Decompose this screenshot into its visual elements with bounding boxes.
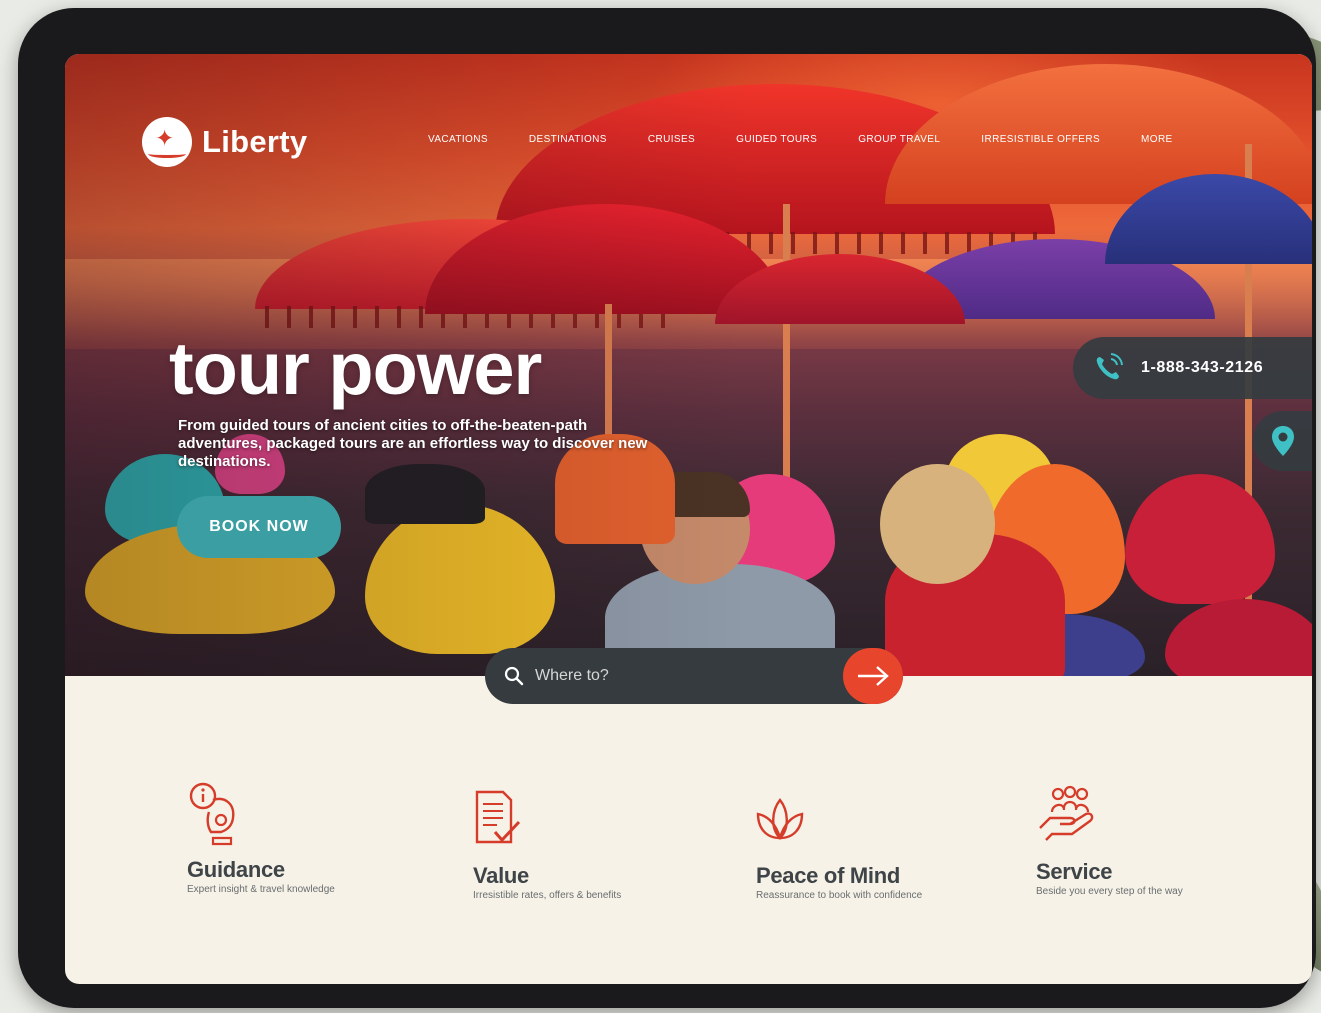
nav-more[interactable]: MORE (1141, 134, 1173, 145)
brand-name: Liberty (202, 124, 308, 159)
main-navigation: VACATIONS DESTINATIONS CRUISES GUIDED TO… (428, 134, 1214, 145)
hero-title: tour power (169, 327, 542, 410)
feature-description: Reassurance to book with confidence (756, 890, 923, 901)
nav-irresistible-offers[interactable]: IRRESISTIBLE OFFERS (981, 134, 1100, 145)
location-widget[interactable] (1253, 411, 1312, 471)
hero-section: ✦ Liberty VACATIONS DESTINATIONS CRUISES… (65, 54, 1312, 676)
nav-cruises[interactable]: CRUISES (648, 134, 695, 145)
feature-title: Guidance (187, 857, 285, 882)
compass-star-icon: ✦ (142, 117, 192, 167)
book-now-button[interactable]: BOOK NOW (177, 496, 341, 558)
hero-subtitle: From guided tours of ancient cities to o… (178, 417, 648, 470)
nav-guided-tours[interactable]: GUIDED TOURS (736, 134, 817, 145)
feature-title: Service (1036, 859, 1113, 884)
nav-destinations[interactable]: DESTINATIONS (529, 134, 607, 145)
nav-vacations[interactable]: VACATIONS (428, 134, 488, 145)
tablet-frame: ✦ Liberty VACATIONS DESTINATIONS CRUISES… (18, 8, 1316, 1008)
map-pin-icon (1271, 426, 1294, 456)
arrow-right-icon (858, 666, 889, 686)
lotus-icon (756, 798, 804, 840)
brand-logo[interactable]: ✦ Liberty (142, 117, 307, 167)
website-screen: ✦ Liberty VACATIONS DESTINATIONS CRUISES… (65, 54, 1312, 984)
feature-description: Expert insight & travel knowledge (187, 884, 335, 895)
feature-description: Irresistible rates, offers & benefits (473, 890, 622, 901)
phone-icon (1091, 351, 1125, 385)
feature-title: Peace of Mind (756, 863, 901, 888)
guide-info-icon (189, 782, 235, 846)
group-hand-icon (1039, 785, 1094, 841)
destination-search-bar (485, 648, 903, 704)
feature-value: Value Irresistible rates, offers & benef… (473, 788, 621, 901)
search-submit-button[interactable] (843, 648, 903, 704)
feature-service: Service Beside you every step of the way (1036, 784, 1183, 897)
document-check-icon (475, 790, 521, 844)
search-icon (504, 666, 524, 686)
feature-guidance: Guidance Expert insight & travel knowled… (187, 782, 335, 895)
feature-peace-of-mind: Peace of Mind Reassurance to book with c… (756, 788, 922, 901)
feature-title: Value (473, 863, 529, 888)
nav-group-travel[interactable]: GROUP TRAVEL (858, 134, 940, 145)
feature-description: Beside you every step of the way (1036, 886, 1183, 897)
phone-contact-widget[interactable]: 1-888-343-2126 (1073, 337, 1312, 399)
phone-number: 1-888-343-2126 (1141, 359, 1264, 376)
